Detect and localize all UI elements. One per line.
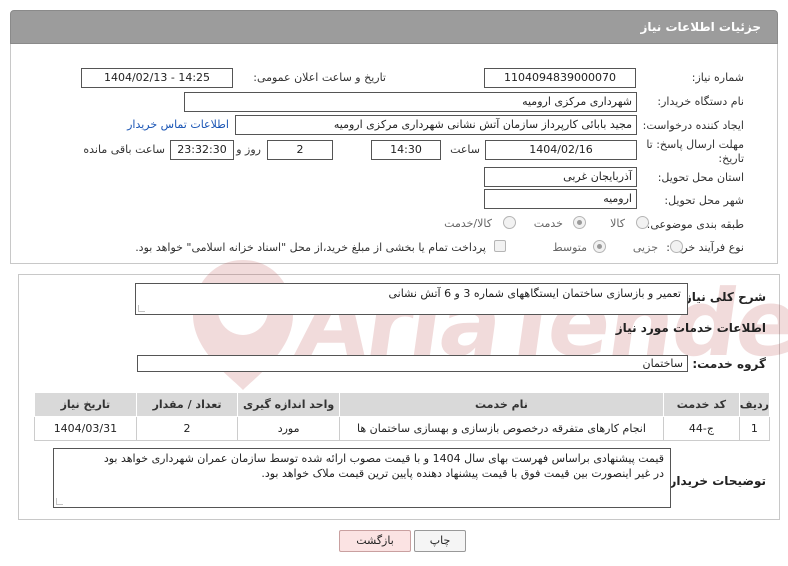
col-header-row-num: ردیف	[738, 392, 771, 417]
service-group-field: ساختمان	[137, 355, 688, 372]
deadline-label-date: تاریخ:	[718, 152, 744, 165]
col-header-code: کد خدمت	[663, 392, 740, 417]
page-title: جزئیات اطلاعات نیاز	[640, 20, 761, 34]
deadline-date-field: 1404/02/16	[485, 140, 637, 160]
print-button[interactable]: چاپ	[414, 530, 466, 552]
deadline-label: مهلت ارسال پاسخ: تا	[646, 138, 744, 151]
table-row: 1 ج-44 انجام کارهای متفرقه درخصوص بازساز…	[34, 416, 771, 441]
table-header-row: ردیف کد خدمت نام خدمت واحد اندازه گیری ت…	[34, 392, 771, 417]
treasury-payment-checkbox[interactable]	[494, 240, 506, 252]
buyer-org-label: نام دستگاه خریدار:	[657, 95, 744, 108]
buyer-notes-field: قیمت پیشنهادی براساس فهرست بهای سال 1404…	[53, 448, 671, 508]
col-header-need-date: تاریخ نیاز	[34, 392, 137, 417]
requester-label: ایجاد کننده درخواست:	[642, 119, 744, 132]
category-goods-service-radio[interactable]	[503, 216, 516, 229]
back-button[interactable]: بازگشت	[339, 530, 411, 552]
cell-name: انجام کارهای متفرقه درخصوص بازسازی و بهس…	[338, 416, 665, 441]
cell-unit: مورد	[237, 416, 340, 441]
buyer-notes-line-1: قیمت پیشنهادی براساس فهرست بهای سال 1404…	[103, 452, 664, 465]
services-table: ردیف کد خدمت نام خدمت واحد اندازه گیری ت…	[34, 392, 771, 441]
category-service-radio[interactable]	[573, 216, 586, 229]
city-field: ارومیه	[484, 189, 637, 209]
category-label: طبقه بندی موضوعی:	[646, 218, 744, 231]
announce-datetime-label: تاریخ و ساعت اعلان عمومی:	[253, 71, 386, 84]
category-goods-label: کالا	[610, 217, 625, 230]
process-minor-radio[interactable]	[670, 240, 683, 253]
col-header-name: نام خدمت	[338, 392, 665, 417]
remaining-days-field: 2	[267, 140, 333, 160]
buyer-notes-line-2: در غیر اینصورت بین قیمت فوق با قیمت پیشن…	[261, 467, 664, 480]
treasury-payment-note: پرداخت تمام یا بخشی از مبلغ خرید،از محل …	[135, 241, 486, 254]
summary-field: تعمیر و بازسازی ساختمان ایستگاههای شماره…	[135, 283, 688, 315]
province-field: آذربایجان غربی	[484, 167, 637, 187]
category-goods-service-label: کالا/خدمت	[444, 217, 492, 230]
process-minor-label: جزیی	[632, 241, 658, 254]
remaining-time-field: 23:32:30	[170, 140, 234, 160]
summary-label: شرح کلی نیاز:	[680, 290, 766, 304]
cell-row-num: 1	[738, 416, 771, 441]
cell-code: ج-44	[663, 416, 740, 441]
deadline-time-field: 14:30	[371, 140, 441, 160]
resize-handle-icon[interactable]	[56, 498, 63, 505]
cell-quantity: 2	[135, 416, 239, 441]
category-service-label: خدمت	[533, 217, 563, 230]
col-header-unit: واحد اندازه گیری	[237, 392, 340, 417]
need-number-label: شماره نیاز:	[691, 71, 744, 84]
announce-datetime-field: 1404/02/13 - 14:25	[81, 68, 233, 88]
buyer-org-field: شهرداری مرکزی ارومیه	[184, 92, 637, 112]
requester-field: مجید بابائی کارپرداز سازمان آتش نشانی شه…	[235, 115, 637, 135]
resize-handle-icon[interactable]	[138, 305, 145, 312]
col-header-quantity: تعداد / مقدار	[135, 392, 239, 417]
services-section-title: اطلاعات خدمات مورد نیاز	[615, 321, 766, 335]
remaining-time-label: ساعت باقی مانده	[83, 143, 165, 156]
summary-text: تعمیر و بازسازی ساختمان ایستگاههای شماره…	[388, 287, 681, 300]
deadline-time-label: ساعت	[450, 143, 480, 156]
process-medium-radio[interactable]	[593, 240, 606, 253]
province-label: استان محل تحویل:	[657, 171, 744, 184]
buyer-notes-label: توضیحات خریدار:	[664, 474, 766, 488]
city-label: شهر محل تحویل:	[664, 194, 744, 207]
process-medium-label: متوسط	[552, 241, 587, 254]
remaining-days-label: روز و	[236, 143, 261, 156]
category-goods-radio[interactable]	[636, 216, 649, 229]
cell-need-date: 1404/03/31	[34, 416, 137, 441]
page-header: جزئیات اطلاعات نیاز	[10, 10, 778, 44]
need-number-field: 1104094839000070	[484, 68, 636, 88]
service-group-label: گروه خدمت:	[692, 357, 766, 371]
buyer-contact-link[interactable]: اطلاعات تماس خریدار	[127, 118, 229, 131]
